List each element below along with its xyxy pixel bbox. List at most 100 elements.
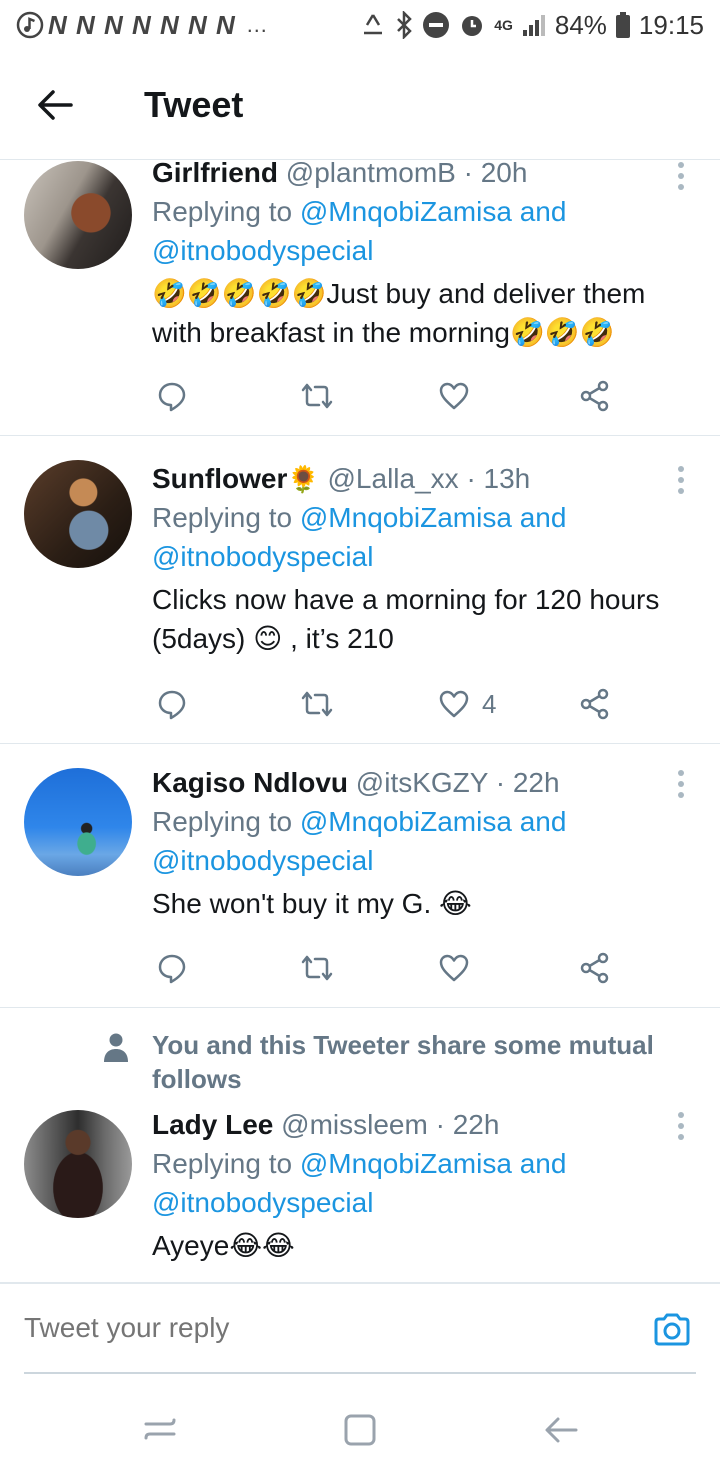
system-nav-bar xyxy=(0,1380,720,1480)
author-name[interactable]: Girlfriend xyxy=(152,157,278,188)
tweet-text: Ayeye😂😂 xyxy=(152,1230,295,1261)
like-count: 4 xyxy=(482,688,497,719)
back-nav-icon[interactable] xyxy=(542,1410,582,1450)
retweet-button[interactable] xyxy=(300,688,334,720)
mention-link[interactable]: @itnobodyspecial xyxy=(152,235,373,266)
tweet-actions xyxy=(152,948,622,988)
reply-button[interactable] xyxy=(156,688,188,720)
replying-prefix: Replying to xyxy=(152,196,293,227)
bluetooth-icon xyxy=(397,11,412,39)
music-app-icon xyxy=(16,11,44,39)
back-arrow-icon xyxy=(38,89,73,120)
person-icon xyxy=(104,1033,128,1062)
reply-underline xyxy=(24,1372,696,1374)
replying-and[interactable]: and xyxy=(520,196,567,227)
home-icon[interactable] xyxy=(340,1410,380,1450)
avatar[interactable] xyxy=(24,768,132,876)
replying-to: Replying to @MnqobiZamisa and @itnobodys… xyxy=(152,498,680,576)
mention-link[interactable]: @MnqobiZamisa xyxy=(300,1148,512,1179)
heart-icon xyxy=(439,954,469,982)
recent-apps-icon[interactable] xyxy=(140,1410,180,1450)
mention-link[interactable]: @MnqobiZamisa xyxy=(300,196,512,227)
reply-icon xyxy=(158,954,186,984)
tweet-actions: 4 xyxy=(152,684,622,724)
reply-composer xyxy=(0,1282,720,1374)
like-button[interactable] xyxy=(438,380,482,412)
reply-icon xyxy=(158,690,186,720)
reply-button[interactable] xyxy=(156,380,188,412)
author-handle[interactable]: @itsKGZY xyxy=(356,767,488,798)
share-button[interactable] xyxy=(578,951,612,985)
app-header: Tweet xyxy=(0,50,720,160)
notification-icons: N N N N N N N xyxy=(48,9,236,40)
tweet-girlfriend[interactable]: Girlfriend @plantmomB · 20h Replying to … xyxy=(0,157,720,436)
author-name[interactable]: Sunflower xyxy=(152,463,287,494)
tweet-sunflower[interactable]: Sunflower🌻 @Lalla_xx · 13h Replying to @… xyxy=(0,436,720,744)
reply-input[interactable] xyxy=(24,1284,624,1372)
tweet-text: Clicks now have a morning for 120 hours … xyxy=(152,584,660,654)
retweet-icon xyxy=(301,691,333,717)
author-name[interactable]: Lady Lee xyxy=(152,1109,273,1140)
heart-icon xyxy=(439,382,469,410)
replying-prefix: Replying to xyxy=(152,806,293,837)
retweet-icon xyxy=(301,383,333,409)
reply-button[interactable] xyxy=(156,952,188,984)
more-options-icon[interactable] xyxy=(678,466,686,494)
share-button[interactable] xyxy=(578,379,612,413)
replying-prefix: Replying to xyxy=(152,1148,293,1179)
replying-to: Replying to @MnqobiZamisa and @itnobodys… xyxy=(152,802,680,880)
replying-to: Replying to @MnqobiZamisa and @itnobodys… xyxy=(152,192,680,270)
replying-to: Replying to @MnqobiZamisa and @itnobodys… xyxy=(152,1144,680,1222)
reply-icon xyxy=(158,382,186,412)
camera-icon[interactable] xyxy=(652,1310,692,1350)
tweet-time: · 20h xyxy=(463,157,528,188)
mention-link[interactable]: @MnqobiZamisa xyxy=(300,502,512,533)
share-button[interactable] xyxy=(578,687,612,721)
avatar[interactable] xyxy=(24,460,132,568)
replying-and[interactable]: and xyxy=(520,502,567,533)
tweet-text: 🤣🤣🤣🤣🤣Just buy and deliver them with brea… xyxy=(152,278,646,348)
page-title: Tweet xyxy=(144,83,244,125)
author-handle[interactable]: @missleem xyxy=(281,1109,428,1140)
replying-prefix: Replying to xyxy=(152,502,293,533)
share-icon xyxy=(580,952,609,984)
avatar[interactable] xyxy=(24,1110,132,1218)
tweet-lady-lee[interactable]: Lady Lee @missleem · 22h Replying to @Mn… xyxy=(0,1100,720,1282)
mutual-follows-notice: You and this Tweeter share some mutual f… xyxy=(0,1010,720,1100)
tweet-kagiso[interactable]: Kagiso Ndlovu @itsKGZY · 22h Replying to… xyxy=(0,744,720,1008)
sunflower-emoji: 🌻 xyxy=(287,464,320,494)
back-button[interactable] xyxy=(0,50,110,160)
signal-icon xyxy=(522,15,545,36)
clock: 19:15 xyxy=(638,9,704,40)
network-type-label: 4G xyxy=(494,17,513,33)
more-options-icon[interactable] xyxy=(678,770,686,798)
mutual-follows-text: You and this Tweeter share some mutual f… xyxy=(152,1030,654,1094)
like-button[interactable]: 4 xyxy=(438,688,496,720)
tweet-time: · 22h xyxy=(435,1109,500,1140)
more-options-icon[interactable] xyxy=(678,1112,686,1140)
tweet-text: She won't buy it my G. 😂 xyxy=(152,888,472,919)
replying-and[interactable]: and xyxy=(520,806,567,837)
do-not-disturb-icon xyxy=(423,12,450,38)
battery-icon xyxy=(615,12,630,38)
mention-link[interactable]: @itnobodyspecial xyxy=(152,845,373,876)
share-icon xyxy=(580,380,609,412)
author-name[interactable]: Kagiso Ndlovu xyxy=(152,767,348,798)
author-handle[interactable]: @Lalla_xx xyxy=(328,463,459,494)
mention-link[interactable]: @MnqobiZamisa xyxy=(300,806,512,837)
tweet-actions xyxy=(152,376,622,416)
more-options-icon[interactable] xyxy=(678,162,686,190)
battery-percent: 84% xyxy=(554,9,607,40)
like-button[interactable] xyxy=(438,952,482,984)
retweet-button[interactable] xyxy=(300,380,334,412)
author-handle[interactable]: @plantmomB xyxy=(286,157,456,188)
retweet-icon xyxy=(301,955,333,981)
mention-link[interactable]: @itnobodyspecial xyxy=(152,541,373,572)
retweet-button[interactable] xyxy=(300,952,334,984)
mention-link[interactable]: @itnobodyspecial xyxy=(152,1187,373,1218)
recycle-icon xyxy=(364,14,383,35)
heart-icon xyxy=(439,690,469,718)
avatar[interactable] xyxy=(24,161,132,269)
tweet-time: · 13h xyxy=(466,463,531,494)
replying-and[interactable]: and xyxy=(520,1148,567,1179)
